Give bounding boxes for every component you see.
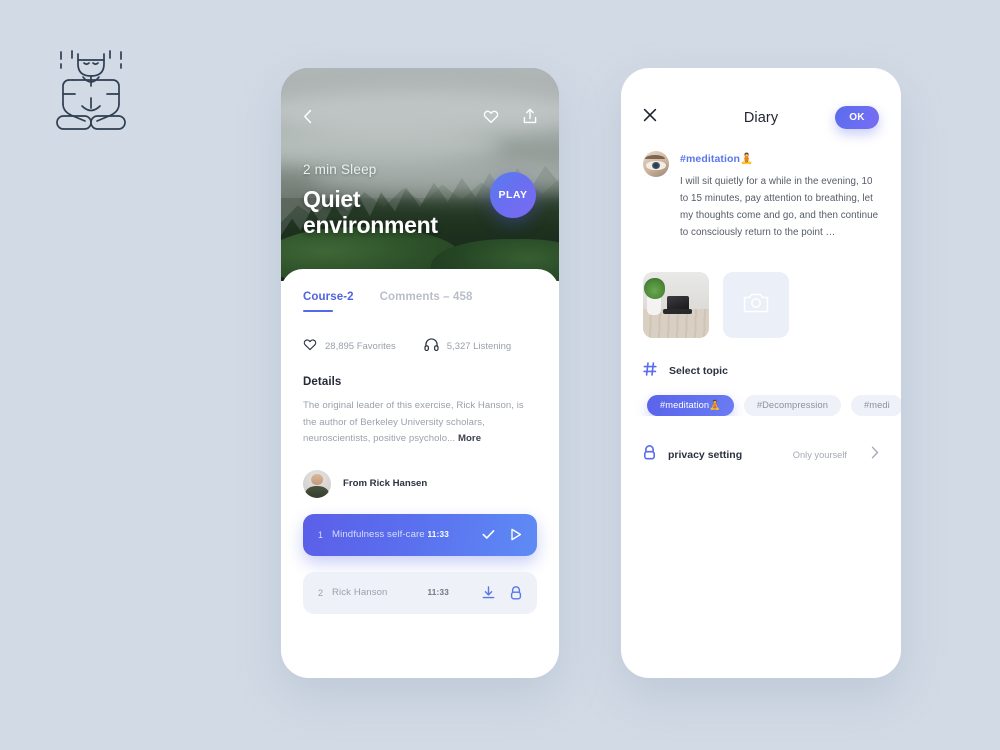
download-icon[interactable] xyxy=(482,585,495,600)
privacy-value: Only yourself xyxy=(792,449,847,460)
tab-bar: Course-2 Comments – 458 xyxy=(303,291,537,312)
track-title: Rick Hanson xyxy=(332,587,388,598)
tab-course[interactable]: Course-2 xyxy=(303,291,354,312)
track-row[interactable]: 1 Mindfulness self-care 11:33 xyxy=(303,513,537,556)
details-text: The original leader of this exercise, Ri… xyxy=(303,400,524,444)
diary-compose-screen: Diary OK #meditation🧘 I will sit quietly… xyxy=(621,68,901,678)
tab-comments[interactable]: Comments – 458 xyxy=(380,291,473,312)
track-number: 2 xyxy=(318,587,324,598)
heart-outline-icon xyxy=(303,338,317,354)
diary-entry: #meditation🧘 I will sit quietly for a wh… xyxy=(621,129,901,242)
back-button[interactable] xyxy=(303,109,312,129)
hash-icon xyxy=(643,361,657,381)
heart-outline-icon[interactable] xyxy=(483,109,499,129)
close-x-icon[interactable] xyxy=(643,108,657,127)
more-link[interactable]: More xyxy=(458,433,481,444)
entry-tag[interactable]: #meditation🧘 xyxy=(680,152,879,165)
play-triangle-icon[interactable] xyxy=(510,528,522,541)
detail-sheet: Course-2 Comments – 458 28,895 Favorites… xyxy=(281,269,559,678)
stat-favorites-text: 28,895 Favorites xyxy=(325,340,396,352)
author-avatar xyxy=(303,469,331,498)
course-detail-screen: 2 min Sleep Quiet environment PLAY Cours… xyxy=(281,68,559,678)
entry-body: #meditation🧘 I will sit quietly for a wh… xyxy=(680,151,879,242)
entry-text[interactable]: I will sit quietly for a while in the ev… xyxy=(680,174,879,242)
lock-icon xyxy=(643,444,656,465)
stats-row: 28,895 Favorites 5,327 Listening xyxy=(303,338,537,354)
photo-thumbnails xyxy=(621,242,901,338)
stat-favorites: 28,895 Favorites xyxy=(303,338,396,354)
stat-listening: 5,327 Listening xyxy=(424,338,511,354)
track-number: 1 xyxy=(318,529,324,540)
hero-title-line2: environment xyxy=(303,212,438,239)
headphones-icon xyxy=(424,338,439,354)
photo-thumbnail[interactable] xyxy=(643,271,709,338)
hero-text-block: 2 min Sleep Quiet environment xyxy=(303,162,438,239)
lock-icon[interactable] xyxy=(510,585,522,600)
hero-title-line1: Quiet xyxy=(303,185,361,212)
author-row[interactable]: From Rick Hansen xyxy=(303,469,537,498)
track-duration: 11:33 xyxy=(427,530,449,539)
user-avatar xyxy=(643,151,669,177)
track-row[interactable]: 2 Rick Hanson 11:33 xyxy=(303,571,537,614)
topic-chip[interactable]: #meditation🧘 xyxy=(647,394,734,416)
hero-kicker: 2 min Sleep xyxy=(303,161,377,177)
play-button[interactable]: PLAY xyxy=(490,172,536,218)
chevron-right-icon[interactable] xyxy=(871,446,879,464)
track-title: Mindfulness self-care xyxy=(332,529,425,540)
share-upload-icon[interactable] xyxy=(523,108,537,129)
select-topic-row: Select topic xyxy=(621,338,901,381)
ok-button[interactable]: OK xyxy=(835,106,879,129)
topic-chip-list[interactable]: #meditation🧘 #Decompression #medi xyxy=(621,381,901,416)
diary-header: Diary OK xyxy=(621,68,901,129)
privacy-setting-row[interactable]: privacy setting Only yourself xyxy=(621,416,901,465)
hero-toolbar xyxy=(281,108,559,129)
stat-listening-text: 5,327 Listening xyxy=(446,340,512,352)
details-body: The original leader of this exercise, Ri… xyxy=(303,398,537,448)
track-duration: 11:33 xyxy=(427,588,449,597)
topic-chip[interactable]: #medi xyxy=(851,394,901,416)
add-photo-button[interactable] xyxy=(723,271,789,338)
app-logo xyxy=(48,46,134,134)
select-topic-label: Select topic xyxy=(669,365,728,378)
author-name: From Rick Hansen xyxy=(343,478,428,489)
camera-icon xyxy=(743,291,769,318)
check-icon[interactable] xyxy=(482,529,495,540)
details-heading: Details xyxy=(303,376,342,388)
hero-banner: 2 min Sleep Quiet environment PLAY xyxy=(281,68,559,281)
topic-chip[interactable]: #Decompression xyxy=(743,394,842,416)
privacy-label: privacy setting xyxy=(668,448,743,461)
hero-title: Quiet environment xyxy=(303,186,438,239)
